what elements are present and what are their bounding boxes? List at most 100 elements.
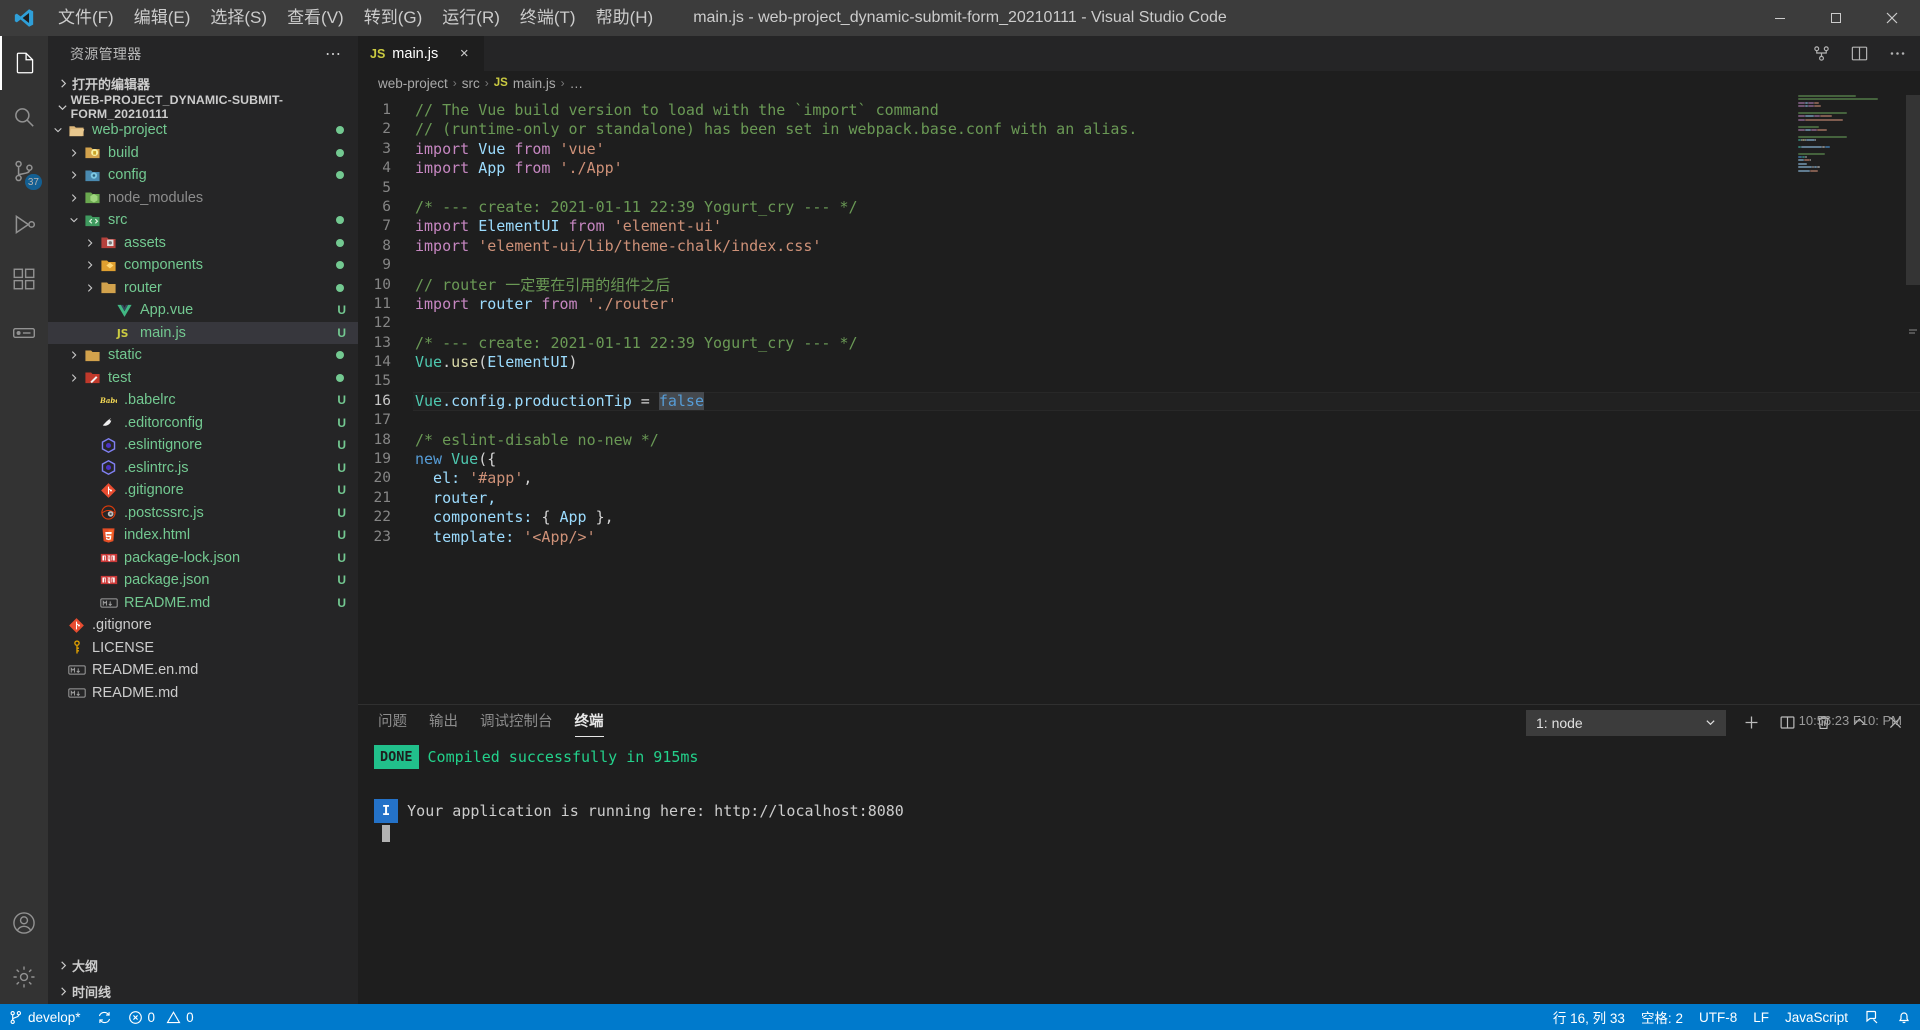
- tree-folder-config[interactable]: config: [48, 164, 358, 187]
- tree-folder-test[interactable]: test: [48, 367, 358, 390]
- status-branch[interactable]: develop*: [0, 1004, 89, 1030]
- maximize-button[interactable]: [1808, 0, 1864, 36]
- menu-run[interactable]: 运行(R): [432, 0, 510, 36]
- code-line[interactable]: [413, 411, 1920, 430]
- tree-file-readme-md[interactable]: README.md U: [48, 592, 358, 615]
- breadcrumb-item[interactable]: …: [570, 76, 584, 91]
- panel-tab-debug-console[interactable]: 调试控制台: [480, 705, 553, 740]
- menu-edit[interactable]: 编辑(E): [124, 0, 201, 36]
- status-eol[interactable]: LF: [1745, 1004, 1777, 1030]
- code-line[interactable]: import 'element-ui/lib/theme-chalk/index…: [413, 237, 1920, 256]
- code-line[interactable]: // router 一定要在引用的组件之后: [413, 276, 1920, 295]
- breadcrumb[interactable]: web-project › src › JS main.js ›…: [358, 71, 1920, 95]
- status-problems[interactable]: 0 0: [120, 1004, 202, 1030]
- tab-main-js[interactable]: JS main.js ×: [358, 36, 486, 71]
- activity-explorer-icon[interactable]: [0, 36, 48, 90]
- outline-section[interactable]: 大纲: [48, 952, 358, 978]
- tree-folder-web-project[interactable]: web-project: [48, 119, 358, 142]
- terminal-selector[interactable]: 1: node: [1526, 709, 1726, 736]
- tree-folder-node-modules[interactable]: node_modules: [48, 187, 358, 210]
- status-notifications[interactable]: [1888, 1004, 1920, 1030]
- tree-file-babelrc[interactable]: Babel .babelrc U: [48, 389, 358, 412]
- code-line[interactable]: import ElementUI from 'element-ui': [413, 217, 1920, 236]
- menu-view[interactable]: 查看(V): [277, 0, 354, 36]
- code-line[interactable]: Vue.config.productionTip = false: [413, 391, 1920, 412]
- code-line[interactable]: template: '<App/>': [413, 528, 1920, 547]
- code-line[interactable]: [413, 256, 1920, 275]
- tree-file-eslintrc-js[interactable]: .eslintrc.js U: [48, 457, 358, 480]
- code-line[interactable]: new Vue({: [413, 450, 1920, 469]
- sidebar-more-actions-icon[interactable]: ⋯: [319, 44, 348, 64]
- code-line[interactable]: [413, 179, 1920, 198]
- split-editor-icon[interactable]: [1848, 43, 1870, 65]
- tree-file-app-vue[interactable]: App.vue U: [48, 299, 358, 322]
- tree-file-license[interactable]: LICENSE: [48, 637, 358, 660]
- open-editors-section[interactable]: 打开的编辑器: [48, 71, 358, 95]
- tree-file-eslintignore[interactable]: .eslintignore U: [48, 434, 358, 457]
- tree-file-postcssrc-js[interactable]: .postcssrc.js U: [48, 502, 358, 525]
- code-line[interactable]: // (runtime-only or standalone) has been…: [413, 120, 1920, 139]
- status-encoding[interactable]: UTF-8: [1691, 1004, 1745, 1030]
- tree-file-index-html[interactable]: index.html U: [48, 524, 358, 547]
- tree-file-gitignore[interactable]: .gitignore: [48, 614, 358, 637]
- scrollbar-thumb[interactable]: [1906, 95, 1920, 285]
- timeline-section[interactable]: 时间线: [48, 978, 358, 1004]
- panel-tab-output[interactable]: 输出: [429, 705, 458, 740]
- minimap[interactable]: [1798, 95, 1906, 704]
- activity-search-icon[interactable]: [0, 90, 48, 144]
- tab-close-icon[interactable]: ×: [454, 44, 474, 64]
- code-editor[interactable]: 1 2 3 4 5 6 7 8 9 10 11 12 13 14 15 16 17 18 19 20 21 22 23 //…: [358, 95, 1920, 704]
- code-line[interactable]: // The Vue build version to load with th…: [413, 101, 1920, 120]
- code-line[interactable]: /* --- create: 2021-01-11 22:39 Yogurt_c…: [413, 334, 1920, 353]
- tree-file-main-js[interactable]: JS main.js U: [48, 321, 358, 344]
- panel-tab-problems[interactable]: 问题: [378, 705, 407, 740]
- menu-go[interactable]: 转到(G): [354, 0, 433, 36]
- code-line[interactable]: router,: [413, 489, 1920, 508]
- code-line[interactable]: el: '#app',: [413, 469, 1920, 488]
- breadcrumb-item[interactable]: main.js: [513, 76, 556, 91]
- code-line[interactable]: import App from './App': [413, 159, 1920, 178]
- more-actions-icon[interactable]: [1886, 43, 1908, 65]
- menu-terminal[interactable]: 终端(T): [510, 0, 586, 36]
- tree-file-gitignore[interactable]: .gitignore U: [48, 479, 358, 502]
- code-line[interactable]: import Vue from 'vue': [413, 140, 1920, 159]
- status-indentation[interactable]: 空格: 2: [1633, 1004, 1691, 1030]
- activity-source-control-icon[interactable]: 37: [0, 144, 48, 198]
- menu-file[interactable]: 文件(F): [48, 0, 124, 36]
- breadcrumb-item[interactable]: web-project: [378, 76, 448, 91]
- panel-tab-terminal[interactable]: 终端: [574, 705, 604, 740]
- menu-selection[interactable]: 选择(S): [200, 0, 277, 36]
- editor-scrollbar[interactable]: [1906, 95, 1920, 704]
- code-line[interactable]: /* --- create: 2021-01-11 22:39 Yogurt_c…: [413, 198, 1920, 217]
- terminal-output[interactable]: 10:56:23 F10: PM DONE Compiled successfu…: [358, 713, 1920, 1004]
- code-line[interactable]: [413, 314, 1920, 333]
- code-content[interactable]: // The Vue build version to load with th…: [413, 95, 1920, 704]
- activity-run-debug-icon[interactable]: [0, 198, 48, 252]
- minimize-button[interactable]: [1752, 0, 1808, 36]
- status-language-mode[interactable]: JavaScript: [1777, 1004, 1856, 1030]
- tree-file-editorconfig[interactable]: .editorconfig U: [48, 412, 358, 435]
- tree-file-readme-md[interactable]: README.md: [48, 682, 358, 705]
- status-cursor-position[interactable]: 行 16, 列 33: [1545, 1004, 1633, 1030]
- activity-remote-explorer-icon[interactable]: [0, 306, 48, 360]
- activity-settings-icon[interactable]: [0, 950, 48, 1004]
- tree-folder-router[interactable]: router: [48, 277, 358, 300]
- new-terminal-icon[interactable]: [1740, 712, 1762, 734]
- split-terminal-icon[interactable]: [1776, 712, 1798, 734]
- tree-folder-components[interactable]: components: [48, 254, 358, 277]
- code-line[interactable]: /* eslint-disable no-new */: [413, 431, 1920, 450]
- tree-folder-build[interactable]: build: [48, 142, 358, 165]
- run-and-debug-icon[interactable]: [1810, 43, 1832, 65]
- tree-file-readme-en-md[interactable]: README.en.md: [48, 659, 358, 682]
- tree-folder-src[interactable]: src: [48, 209, 358, 232]
- activity-extensions-icon[interactable]: [0, 252, 48, 306]
- tree-folder-static[interactable]: static: [48, 344, 358, 367]
- code-line[interactable]: [413, 372, 1920, 391]
- breadcrumb-item[interactable]: src: [462, 76, 480, 91]
- status-feedback[interactable]: [1856, 1004, 1888, 1030]
- tree-folder-assets[interactable]: assets: [48, 232, 358, 255]
- status-sync[interactable]: [89, 1004, 120, 1030]
- tree-file-package-lock-json[interactable]: package-lock.json U: [48, 547, 358, 570]
- code-line[interactable]: import router from './router': [413, 295, 1920, 314]
- workspace-section[interactable]: WEB-PROJECT_DYNAMIC-SUBMIT-FORM_20210111: [48, 93, 358, 121]
